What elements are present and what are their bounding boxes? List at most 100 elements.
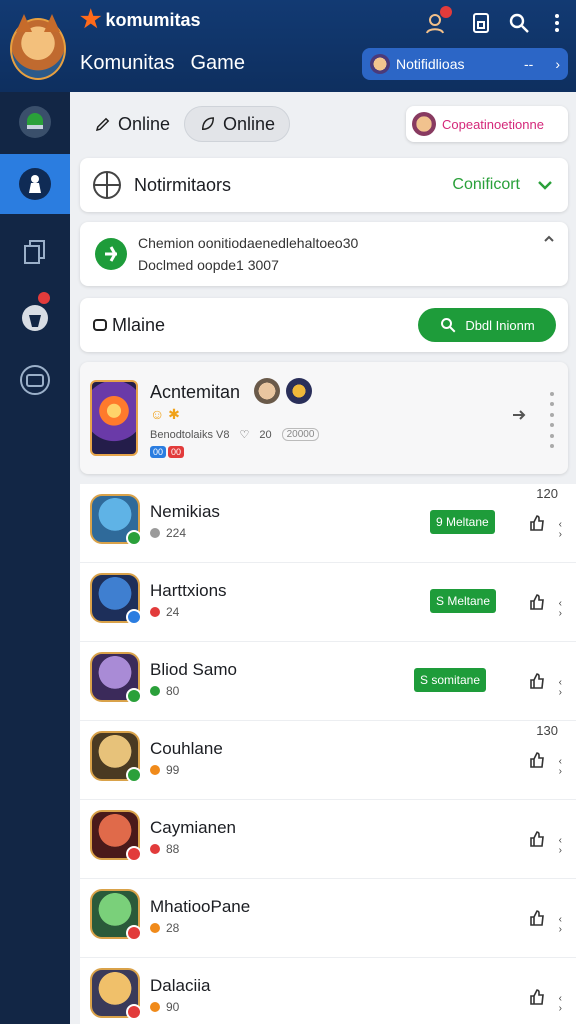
thumbs-up-icon[interactable] (528, 988, 546, 1006)
friend-sub: 80 (166, 684, 180, 698)
friend-row[interactable]: Harttxions 24 S Meltane ‹ › (80, 563, 576, 642)
status-dot-icon (150, 528, 160, 538)
brand: ★ komumitas (80, 8, 201, 32)
online-label: Online (118, 113, 171, 134)
friend-row[interactable]: Dalaciia 90 ‹ › (80, 958, 576, 1024)
main-content: Online Online Copeatinoetionne Notirmita… (70, 92, 576, 1024)
friend-name: Dalaciia (150, 976, 211, 995)
user-plus-icon[interactable] (420, 6, 452, 38)
friend-name: Nemikias (150, 502, 220, 521)
friend-action-button[interactable]: 9 Meltane (430, 510, 495, 534)
friend-row[interactable]: Caymianen 88 ‹ › (80, 800, 576, 879)
friend-row[interactable]: MhatiooPane 28 ‹ › (80, 879, 576, 958)
friend-name: Couhlane (150, 739, 223, 758)
friend-name: Caymianen (150, 818, 236, 837)
online-button[interactable]: Online (80, 106, 184, 142)
status-indicator (126, 846, 142, 862)
pencil-icon (95, 117, 110, 132)
app-avatar[interactable] (10, 14, 66, 80)
notification-card-title: Notirmitaors (134, 174, 232, 195)
row-menu-icon[interactable]: ‹ › (559, 836, 562, 856)
thumbs-up-icon[interactable] (528, 593, 546, 611)
globe-icon (93, 171, 121, 199)
status-indicator (126, 1004, 142, 1020)
info-texts: Chemion oonitiodaenedlehaltoeo30 Doclmed… (138, 232, 358, 276)
featured-game-card[interactable]: Acntemitan ☺ ✱ Benodtolaiks V8 ♡ 20 2000… (80, 362, 568, 474)
friend-avatar[interactable] (90, 494, 142, 546)
friend-action-button[interactable]: S Meltane (430, 589, 497, 613)
status-dot-icon (150, 686, 160, 696)
thumbs-up-icon[interactable] (528, 751, 546, 769)
sidebar-item-notifications[interactable] (0, 286, 70, 346)
search-card: Mlaine Dbdl Inionm (80, 298, 568, 352)
search-button[interactable]: Dbdl Inionm (418, 308, 556, 342)
row-menu-icon[interactable]: ‹ › (559, 757, 562, 777)
friend-sub: 90 (166, 1000, 180, 1014)
friend-count: 130 (536, 723, 558, 738)
friend-avatar[interactable] (90, 573, 142, 625)
row-menu-icon[interactable]: ‹ › (559, 599, 562, 619)
status-indicator (126, 688, 142, 704)
sidebar-item-games[interactable] (0, 350, 70, 410)
search-label-text: Mlaine (112, 314, 166, 335)
friend-meta: 24 (150, 605, 179, 619)
friend-action-button[interactable]: S somitane (414, 668, 487, 692)
friend-meta: 80 (150, 684, 179, 698)
tablet-icon[interactable] (466, 8, 496, 38)
online-filter-label: Online (223, 113, 276, 134)
chevron-up-icon[interactable] (542, 232, 556, 246)
profile-chip[interactable]: Copeatinoetionne (406, 106, 568, 142)
header-subtitle: Komunitas Game (80, 52, 245, 75)
chevron-down-icon[interactable] (534, 174, 556, 196)
friend-avatar[interactable] (90, 810, 142, 862)
featured-art (90, 380, 138, 456)
friend-sub: 224 (166, 526, 187, 540)
row-menu-icon[interactable]: ‹ › (559, 994, 562, 1014)
friend-meta: 224 (150, 526, 186, 540)
friend-avatar[interactable] (90, 968, 142, 1020)
sidebar-item-chat[interactable] (0, 92, 70, 152)
subtitle-right: Game (190, 52, 245, 74)
thumbs-up-icon[interactable] (528, 830, 546, 848)
friend-meta: 28 (150, 921, 179, 935)
status-dot-icon (150, 923, 160, 933)
thumbs-up-icon[interactable] (528, 672, 546, 690)
status-dot-icon (150, 1002, 160, 1012)
notification-card[interactable]: Notirmitaors Conificort (80, 158, 568, 212)
friend-name: Bliod Samo (150, 660, 237, 679)
friend-row[interactable]: Nemikias 224 9 Meltane 120 ‹ › (80, 484, 576, 563)
online-filter-button[interactable]: Online (184, 106, 291, 142)
search-icon (441, 318, 456, 333)
friend-list: Nemikias 224 9 Meltane 120 ‹ › Harttxions 24 S M… (80, 484, 576, 1024)
send-icon[interactable] (510, 406, 528, 424)
status-dot-icon (150, 765, 160, 775)
row-menu-icon[interactable]: ‹ › (559, 520, 562, 540)
row-menu-icon[interactable]: ‹ › (559, 678, 562, 698)
friend-sub: 88 (166, 842, 180, 856)
info-line-2: Doclmed oopde1 3007 (138, 257, 279, 273)
friend-avatar[interactable] (90, 731, 142, 783)
row-menu-icon[interactable]: ‹ › (559, 915, 562, 935)
status-indicator (126, 767, 142, 783)
friend-avatar[interactable] (90, 889, 142, 941)
featured-tag: 00 (150, 446, 167, 458)
more-vertical-icon[interactable] (542, 8, 572, 38)
friend-avatar[interactable] (90, 652, 142, 704)
sidebar-item-profile[interactable] (0, 154, 70, 214)
thumbs-up-icon[interactable] (528, 514, 546, 532)
sidebar-item-copy[interactable] (0, 222, 70, 282)
friend-row[interactable]: Couhlane 99 130 ‹ › (80, 721, 576, 800)
friend-sub: 24 (166, 605, 180, 619)
search-icon[interactable] (504, 8, 534, 38)
status-dot-icon (150, 607, 160, 617)
confirm-link[interactable]: Conificort (452, 176, 520, 194)
shield-icon (95, 238, 127, 270)
subtitle-left: Komunitas (80, 52, 175, 74)
thumbs-up-icon[interactable] (528, 909, 546, 927)
friend-row[interactable]: Bliod Samo 80 S somitane ‹ › (80, 642, 576, 721)
notification-pill[interactable]: Notifidlioas -- › (362, 48, 568, 80)
drag-handle-icon[interactable] (550, 392, 556, 448)
friend-meta: 99 (150, 763, 179, 777)
heart-icon: ♡ (239, 429, 250, 441)
friend-name: Harttxions (150, 581, 227, 600)
